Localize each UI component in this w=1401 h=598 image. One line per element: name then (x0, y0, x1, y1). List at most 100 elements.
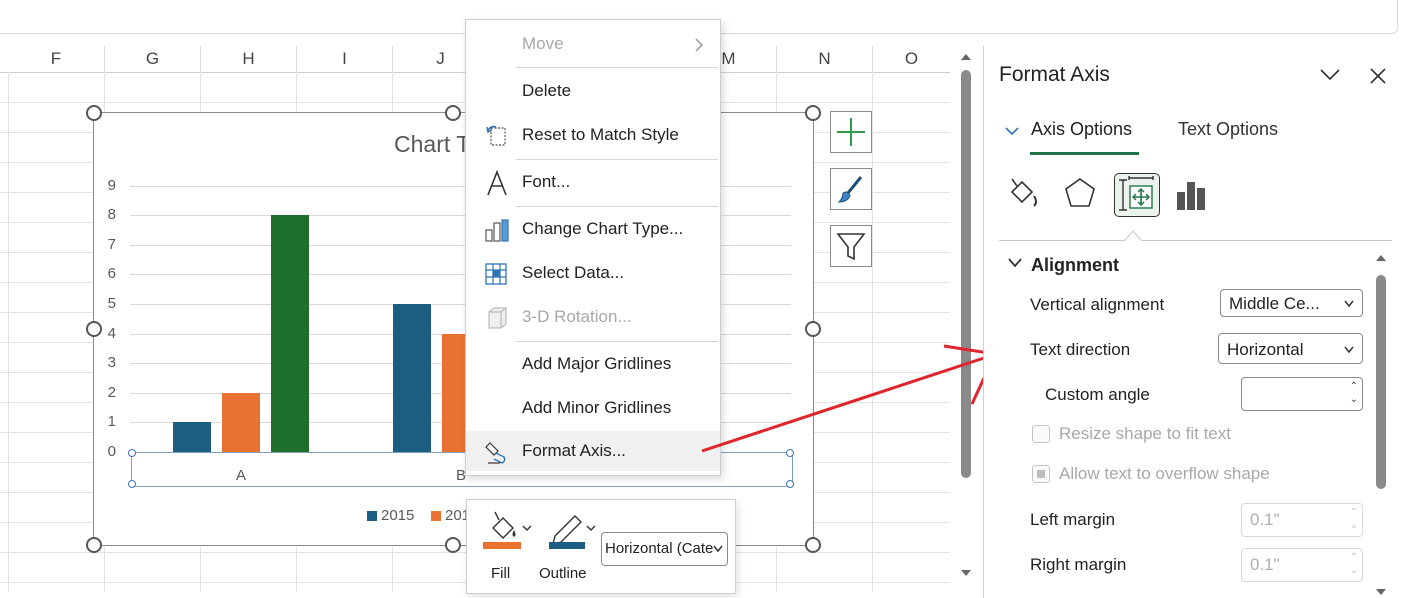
allow-overflow-label: Allow text to overflow shape (1059, 464, 1270, 483)
menu-label-3d-rotation: 3-D Rotation... (522, 307, 632, 326)
pane-scrollbar[interactable] (1374, 251, 1388, 596)
bar-a-series-3[interactable] (271, 215, 309, 452)
bar-a-series-1[interactable] (173, 422, 211, 452)
y-tick-label: 9 (107, 176, 116, 194)
text-direction-label: Text direction (1030, 340, 1131, 359)
vertical-scrollbar[interactable] (952, 46, 980, 586)
spinner-arrows-icon[interactable]: ⌃ ⌄ (1350, 506, 1358, 532)
menu-item-font[interactable]: Font... (466, 162, 720, 202)
menu-item-format-axis[interactable]: Format Axis... (466, 431, 720, 471)
bar-a-series-2[interactable] (222, 392, 260, 452)
y-tick-label: 2 (107, 383, 116, 401)
menu-item-select-data[interactable]: Select Data... (466, 253, 720, 293)
select-data-icon (485, 263, 507, 285)
left-margin-value: 0.1" (1250, 510, 1280, 529)
menu-item-delete[interactable]: Delete (466, 71, 720, 111)
menu-item-add-minor-gridlines[interactable]: Add Minor Gridlines (466, 388, 720, 428)
pane-options-chevron-icon[interactable] (1319, 68, 1341, 82)
section-alignment[interactable]: Alignment (1031, 255, 1119, 276)
vertical-alignment-label: Vertical alignment (1030, 295, 1165, 314)
vertical-alignment-select[interactable]: Middle Ce... (1220, 289, 1363, 317)
column-header-h[interactable]: H (201, 46, 297, 72)
3d-rotation-icon (488, 307, 507, 329)
menu-item-add-major-gridlines[interactable]: Add Major Gridlines (466, 344, 720, 384)
mini-toolbar: Fill Outline Horizontal (Cate (466, 499, 736, 594)
size-properties-tab[interactable] (1114, 173, 1160, 217)
resize-handle-bc[interactable] (445, 537, 461, 553)
tab-axis-options[interactable]: Axis Options (1031, 119, 1132, 140)
tab-text-options[interactable]: Text Options (1178, 119, 1278, 140)
menu-item-3d-rotation[interactable]: 3-D Rotation... (466, 297, 720, 337)
chart-title[interactable]: Chart T (394, 131, 470, 158)
effects-pentagon-icon[interactable] (1062, 176, 1098, 212)
menu-item-reset-style[interactable]: Reset to Match Style (466, 115, 720, 155)
plus-icon (837, 118, 865, 146)
tab-pointer-icon (1124, 230, 1142, 241)
chart-elements-button[interactable] (830, 111, 872, 153)
menu-label-reset-style: Reset to Match Style (522, 125, 679, 144)
chevron-down-icon (713, 545, 723, 553)
column-header-i[interactable]: I (297, 46, 393, 72)
menu-label-delete: Delete (522, 81, 572, 100)
text-direction-select[interactable]: Horizontal (1218, 333, 1363, 364)
column-header-g[interactable]: G (105, 46, 201, 72)
menu-label-change-chart-type: Change Chart Type... (522, 219, 684, 238)
menu-label-move: Move (522, 34, 564, 53)
column-header-o[interactable]: O (873, 46, 950, 72)
menu-label-format-axis: Format Axis... (522, 441, 626, 460)
fill-button[interactable]: Fill (483, 508, 539, 588)
divider (999, 240, 1392, 241)
chart-filters-button[interactable] (830, 225, 872, 267)
resize-shape-checkbox[interactable] (1032, 425, 1050, 443)
chart-element-select[interactable]: Horizontal (Cate (601, 532, 728, 566)
spinner-arrows-icon[interactable]: ⌃ ⌄ (1350, 551, 1358, 577)
y-tick-label: 1 (107, 413, 116, 431)
y-tick-label: 0 (107, 443, 116, 460)
change-chart-type-icon (485, 219, 509, 242)
chevron-right-icon (695, 38, 704, 52)
chart-styles-button[interactable] (830, 168, 872, 210)
pane-title: Format Axis (999, 63, 1110, 86)
column-header-n[interactable]: N (777, 46, 873, 72)
resize-handle-bl[interactable] (86, 537, 102, 553)
filter-icon (836, 233, 866, 261)
fill-line-icon[interactable] (1006, 176, 1042, 212)
menu-item-change-chart-type[interactable]: Change Chart Type... (466, 209, 720, 249)
resize-handle-tc[interactable] (445, 105, 461, 121)
right-margin-value: 0.1" (1250, 555, 1280, 574)
chevron-down-icon (1344, 300, 1354, 308)
chevron-down-icon (1005, 127, 1019, 136)
vertical-alignment-value: Middle Ce... (1229, 294, 1320, 313)
right-margin-spinner[interactable]: 0.1" ⌃ ⌄ (1241, 548, 1363, 582)
resize-handle-ml[interactable] (86, 321, 102, 337)
axis-options-bar-icon[interactable] (1174, 178, 1210, 212)
resize-shape-label: Resize shape to fit text (1059, 424, 1231, 443)
context-menu: Move Delete Reset to Match Style Font...… (465, 19, 721, 476)
menu-item-move[interactable]: Move (466, 24, 720, 64)
resize-handle-br[interactable] (805, 537, 821, 553)
allow-overflow-checkbox[interactable] (1032, 465, 1050, 483)
menu-label-add-major-gridlines: Add Major Gridlines (522, 354, 672, 373)
column-header-f[interactable]: F (8, 46, 105, 72)
close-icon[interactable] (1369, 67, 1387, 85)
resize-handle-tr[interactable] (805, 105, 821, 121)
custom-angle-spinner[interactable]: ⌃ ⌄ (1241, 377, 1363, 411)
size-properties-icon (1119, 176, 1154, 211)
fill-label: Fill (491, 565, 511, 582)
format-axis-icon (485, 442, 506, 464)
resize-handle-tl[interactable] (86, 105, 102, 121)
bar-b-series-1[interactable] (393, 304, 431, 452)
left-margin-spinner[interactable]: 0.1" ⌃ ⌄ (1241, 503, 1363, 537)
paint-bucket-icon (483, 511, 532, 549)
annotation-arrow (701, 344, 998, 453)
outline-label: Outline (539, 565, 587, 582)
menu-label-select-data: Select Data... (522, 263, 625, 282)
section-collapse-icon[interactable] (1008, 258, 1022, 268)
menu-label-font: Font... (522, 172, 571, 191)
outline-button[interactable]: Outline (539, 508, 607, 588)
chevron-down-icon (1344, 346, 1354, 354)
y-tick-label: 8 (107, 206, 116, 224)
chart-element-select-value: Horizontal (Cate (605, 540, 714, 557)
legend-label-2015: 2015 (381, 507, 415, 524)
spinner-arrows-icon[interactable]: ⌃ ⌄ (1350, 380, 1358, 406)
